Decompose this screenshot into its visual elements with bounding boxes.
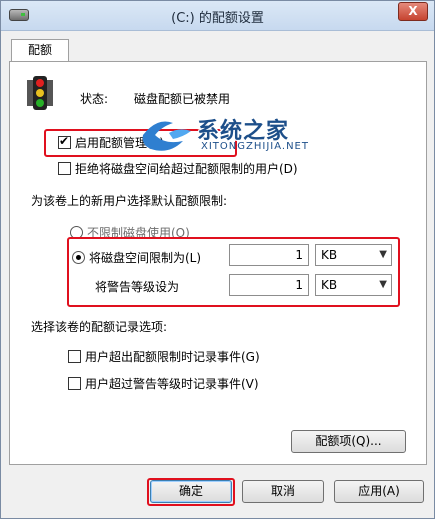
- cancel-button[interactable]: 取消: [242, 480, 324, 503]
- watermark-subtitle: XITONGZHIJIA.NET: [201, 141, 309, 152]
- quota-entries-button[interactable]: 配额项(Q)...: [291, 430, 406, 453]
- quota-settings-window: (C:) 的配额设置 X 配额 状态: 磁盘配额已被禁用 启用配额管理(E) 拒…: [0, 0, 435, 519]
- chevron-down-icon: ▼: [379, 249, 387, 260]
- limit-to-radio[interactable]: 将磁盘空间限制为(L): [72, 249, 201, 266]
- deny-space-checkbox[interactable]: 拒绝将磁盘空间给超过配额限制的用户(D): [58, 160, 298, 177]
- traffic-light-icon: [27, 76, 53, 110]
- log-over-limit-label: 用户超出配额限制时记录事件(G): [85, 350, 260, 364]
- warning-unit-value: KB: [321, 278, 338, 292]
- ok-button[interactable]: 确定: [150, 480, 232, 503]
- log-over-warning-label: 用户超过警告等级时记录事件(V): [85, 377, 259, 391]
- close-button[interactable]: X: [398, 2, 428, 21]
- deny-space-label: 拒绝将磁盘空间给超过配额限制的用户(D): [75, 162, 298, 176]
- apply-button[interactable]: 应用(A): [334, 480, 424, 503]
- limit-unit-select[interactable]: KB ▼: [315, 244, 392, 266]
- warning-level-label: 将警告等级设为: [95, 280, 180, 294]
- chevron-down-icon: ▼: [379, 279, 387, 290]
- limit-unit-value: KB: [321, 248, 338, 262]
- default-limit-label: 为该卷上的新用户选择默认配额限制:: [31, 194, 228, 208]
- limit-value-input[interactable]: 1: [229, 244, 309, 266]
- checkbox-icon: [68, 350, 81, 363]
- watermark-logo-icon: [142, 121, 191, 151]
- checkbox-icon: [58, 162, 71, 175]
- status-label: 状态:: [80, 92, 109, 106]
- logging-label: 选择该卷的配额记录选项:: [31, 320, 168, 334]
- window-title: (C:) 的配额设置: [171, 11, 264, 26]
- warning-value-input[interactable]: 1: [229, 274, 309, 296]
- limit-to-label: 将磁盘空间限制为(L): [89, 251, 202, 265]
- warning-unit-select[interactable]: KB ▼: [315, 274, 392, 296]
- status-value: 磁盘配额已被禁用: [134, 92, 231, 106]
- title-bar: (C:) 的配额设置 X: [1, 1, 434, 31]
- log-over-limit-checkbox[interactable]: 用户超出配额限制时记录事件(G): [68, 348, 260, 365]
- checkbox-icon: [68, 377, 81, 390]
- tab-quota[interactable]: 配额: [11, 39, 69, 61]
- radio-selected-icon: [72, 251, 85, 264]
- checkbox-checked-icon: [58, 134, 71, 149]
- log-over-warning-checkbox[interactable]: 用户超过警告等级时记录事件(V): [68, 375, 259, 392]
